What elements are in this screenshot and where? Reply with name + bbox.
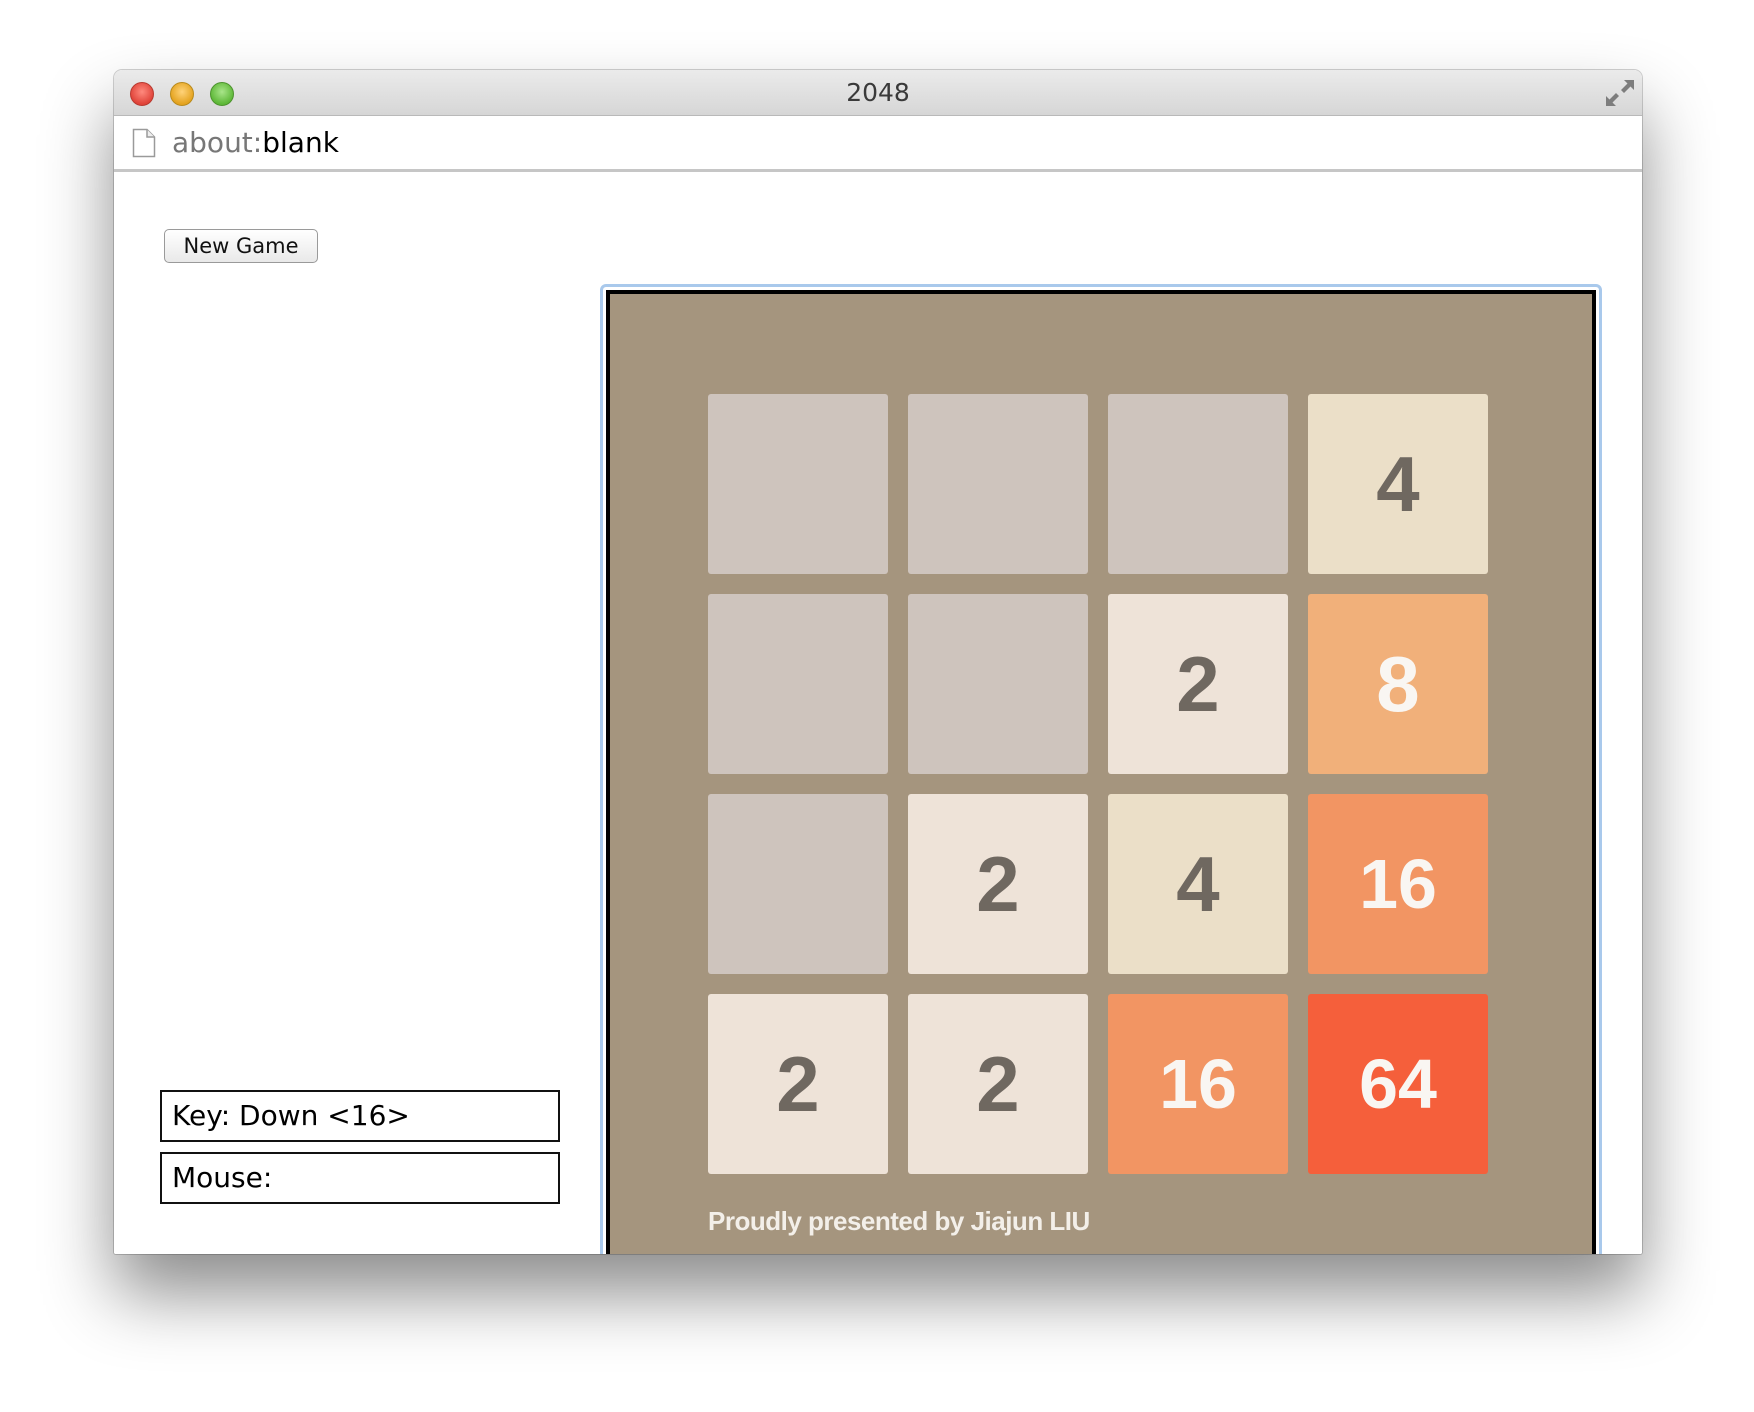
empty-tile — [708, 794, 888, 974]
key-status-box: Key: Down <16> — [160, 1090, 560, 1142]
tile-2: 2 — [908, 794, 1088, 974]
browser-window: 2048 about:blank New Game Key: Down <16>… — [114, 70, 1642, 1254]
window-title: 2048 — [846, 78, 910, 107]
fullscreen-icon[interactable] — [1604, 78, 1636, 108]
tile-64: 64 — [1308, 994, 1488, 1174]
url-text[interactable]: about:blank — [172, 116, 339, 169]
address-bar[interactable]: about:blank — [114, 116, 1642, 172]
empty-tile — [708, 594, 888, 774]
tile-grid: 4 2 8 2 4 16 2 2 16 64 — [708, 394, 1492, 1178]
mouse-status-box: Mouse: — [160, 1152, 560, 1204]
new-game-button[interactable]: New Game — [164, 229, 318, 263]
empty-tile — [908, 594, 1088, 774]
tile-8: 8 — [1308, 594, 1488, 774]
url-path: blank — [262, 126, 339, 159]
tile-4: 4 — [1308, 394, 1488, 574]
url-scheme: about: — [172, 126, 263, 159]
tile-4: 4 — [1108, 794, 1288, 974]
tile-2: 2 — [708, 994, 888, 1174]
title-bar: 2048 — [114, 70, 1642, 116]
page-icon — [132, 128, 156, 158]
tile-2: 2 — [1108, 594, 1288, 774]
tile-2: 2 — [908, 994, 1088, 1174]
game-board[interactable]: 4 2 8 2 4 16 2 2 16 64 Proudly presented by Jiaju… — [606, 290, 1596, 1254]
tile-16: 16 — [1308, 794, 1488, 974]
page-content: New Game Key: Down <16> Mouse: 4 2 8 2 4 16 2 2… — [114, 172, 1642, 1254]
empty-tile — [1108, 394, 1288, 574]
tile-16: 16 — [1108, 994, 1288, 1174]
credit-text: Proudly presented by Jiajun LIU — [708, 1206, 1090, 1236]
empty-tile — [908, 394, 1088, 574]
empty-tile — [708, 394, 888, 574]
